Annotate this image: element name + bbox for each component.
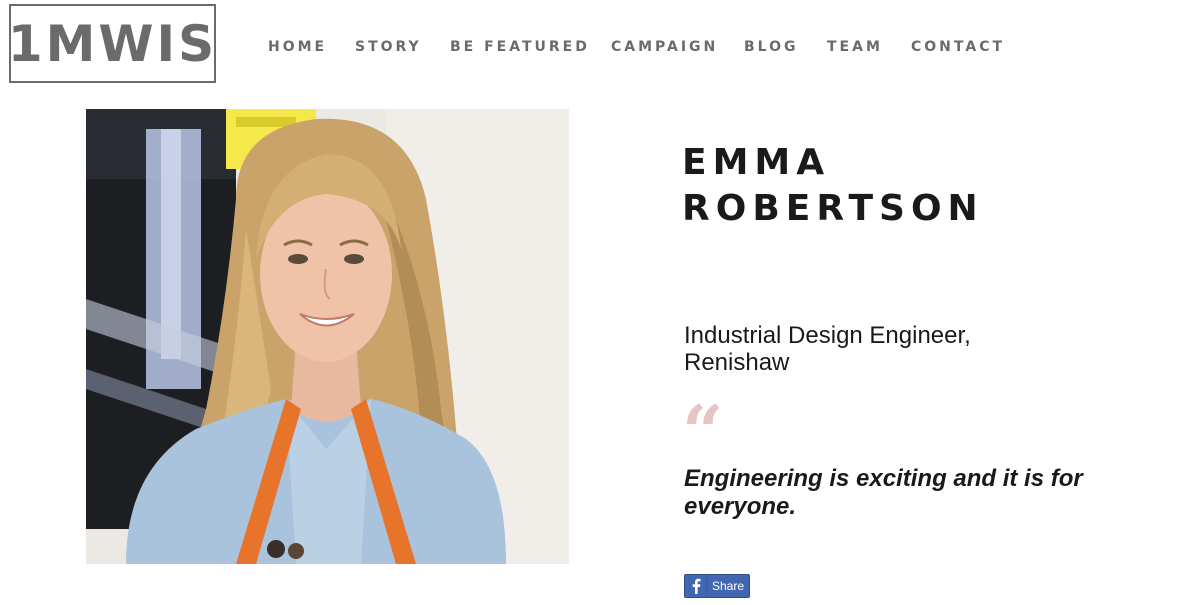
nav-contact[interactable]: CONTACT	[911, 39, 1005, 55]
nav-campaign[interactable]: CAMPAIGN	[611, 39, 718, 55]
facebook-icon	[685, 575, 707, 597]
profile-photo	[86, 109, 569, 564]
nav-story[interactable]: STORY	[355, 39, 422, 55]
logo-text: 1MWIS	[7, 14, 218, 73]
facebook-share-button[interactable]: Share	[684, 574, 750, 598]
nav-blog[interactable]: BLOG	[744, 39, 799, 55]
nav-be-featured[interactable]: BE FEATURED	[450, 39, 590, 55]
role-title: Industrial Design Engineer,	[684, 322, 971, 349]
profile-quote: Engineering is exciting and it is for ev…	[684, 465, 1083, 520]
site-logo[interactable]: 1MWIS	[7, 4, 218, 83]
profile-first-name: EMMA	[682, 142, 831, 183]
profile-last-name: ROBERTSON	[682, 188, 984, 229]
nav-home[interactable]: HOME	[268, 39, 327, 55]
quote-mark-icon: “	[682, 389, 724, 474]
role-company: Renishaw	[684, 349, 790, 376]
nav-team[interactable]: TEAM	[827, 39, 883, 55]
profile-role: Industrial Design Engineer, Renishaw	[684, 322, 1044, 376]
share-label: Share	[711, 579, 745, 593]
profile-name: EMMA ROBERTSON	[682, 140, 1082, 232]
